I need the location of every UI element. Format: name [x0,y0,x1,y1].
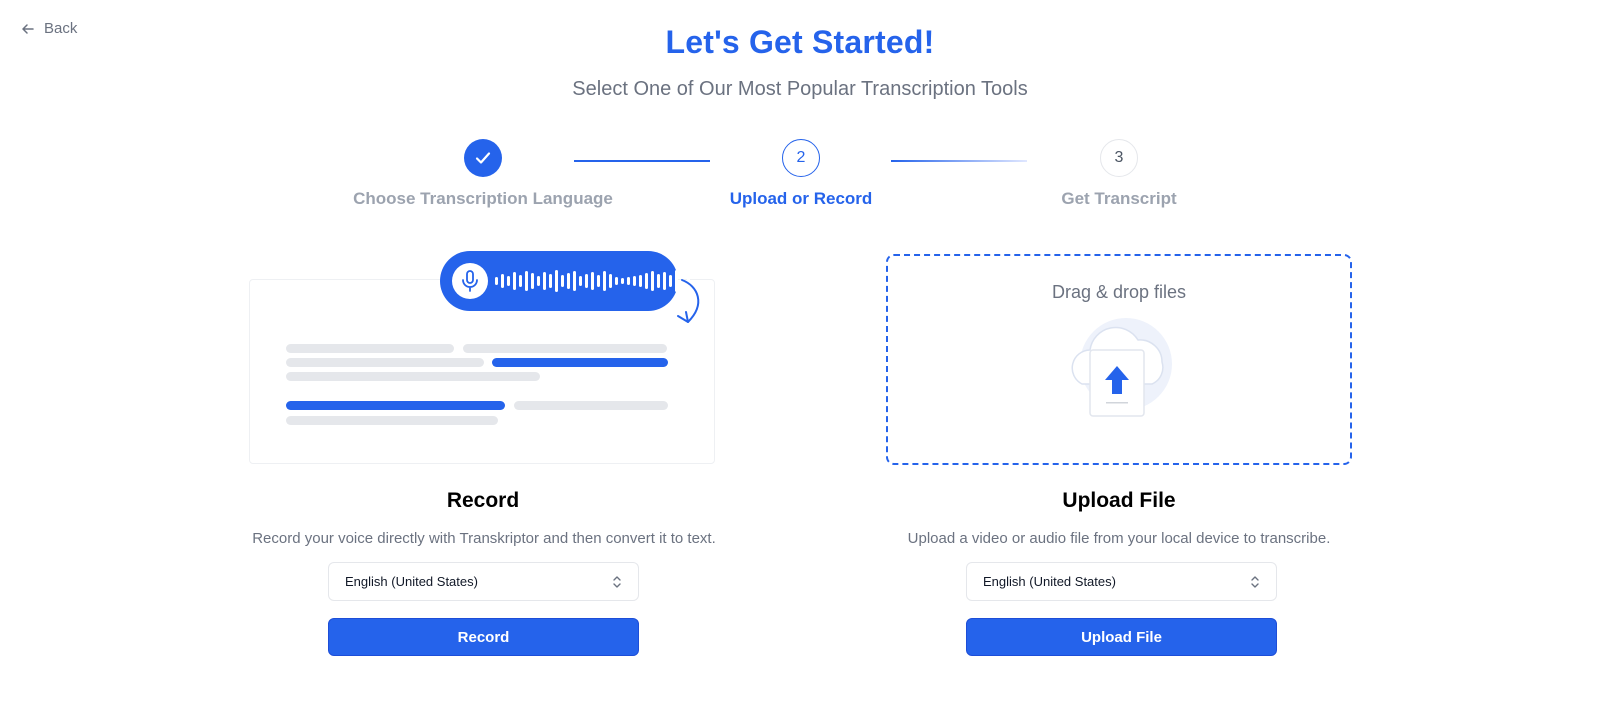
step-3-label: Get Transcript [1061,189,1177,208]
waveform-bar [657,274,660,288]
upload-description: Upload a video or audio file from your l… [907,530,1331,547]
step-2-label: Upload or Record [729,189,873,208]
cloud-upload-icon [1071,318,1172,417]
waveform-bar [567,273,570,289]
waveform-bar [579,276,582,286]
record-button[interactable]: Record [328,618,639,656]
chevron-up-down-icon [1251,575,1259,588]
waveform-bar [585,274,588,288]
waveform-bar [561,275,564,287]
waveform-bar [591,272,594,290]
page-title: Let's Get Started! [665,24,935,60]
record-title: Record [446,489,520,512]
step-connector-1 [574,160,710,162]
waveform-bar [603,271,606,291]
waveform-bar [645,273,648,289]
waveform-bar [573,271,576,291]
waveform-bar [549,274,552,288]
file-dropzone[interactable]: Drag & drop files [886,254,1352,465]
upload-file-button[interactable]: Upload File [966,618,1277,656]
upload-language-value: English (United States) [983,574,1116,589]
step-1-label: Choose Transcription Language [353,189,613,208]
waveform-bar [519,275,522,287]
record-language-value: English (United States) [345,574,478,589]
step-3-circle: 3 [1100,139,1138,177]
upload-language-select[interactable]: English (United States) [966,562,1277,601]
waveform-bar [597,275,600,287]
curved-arrow-icon [677,279,700,323]
waveform-bar [555,270,558,292]
waveform-bar [651,271,654,291]
waveform-bar [621,278,624,284]
waveform-bar [507,276,510,286]
microphone-icon [452,263,488,299]
step-1-complete [464,139,502,177]
page-subtitle: Select One of Our Most Popular Transcrip… [572,78,1028,100]
checkmark-icon [475,152,491,164]
upload-title: Upload File [1062,489,1176,512]
waveform-bar [627,277,630,285]
waveform-bar [513,272,516,290]
audio-waveform [495,251,690,311]
waveform-bar [633,276,636,286]
waveform-bar [531,273,534,289]
waveform-bar [639,275,642,287]
waveform-bar [663,272,666,290]
waveform-bar [501,274,504,288]
waveform-bar [615,277,618,285]
waveform-bar [495,277,498,285]
waveform-bar [537,276,540,286]
step-connector-2 [891,160,1027,162]
chevron-up-down-icon [613,575,621,588]
voice-recording-pill [440,251,690,311]
dropzone-text: Drag & drop files [1051,282,1187,302]
record-description: Record your voice directly with Transkri… [252,530,716,547]
waveform-bar [525,271,528,291]
waveform-bar [543,272,546,290]
step-2-circle: 2 [782,139,820,177]
waveform-bar [609,274,612,288]
record-language-select[interactable]: English (United States) [328,562,639,601]
